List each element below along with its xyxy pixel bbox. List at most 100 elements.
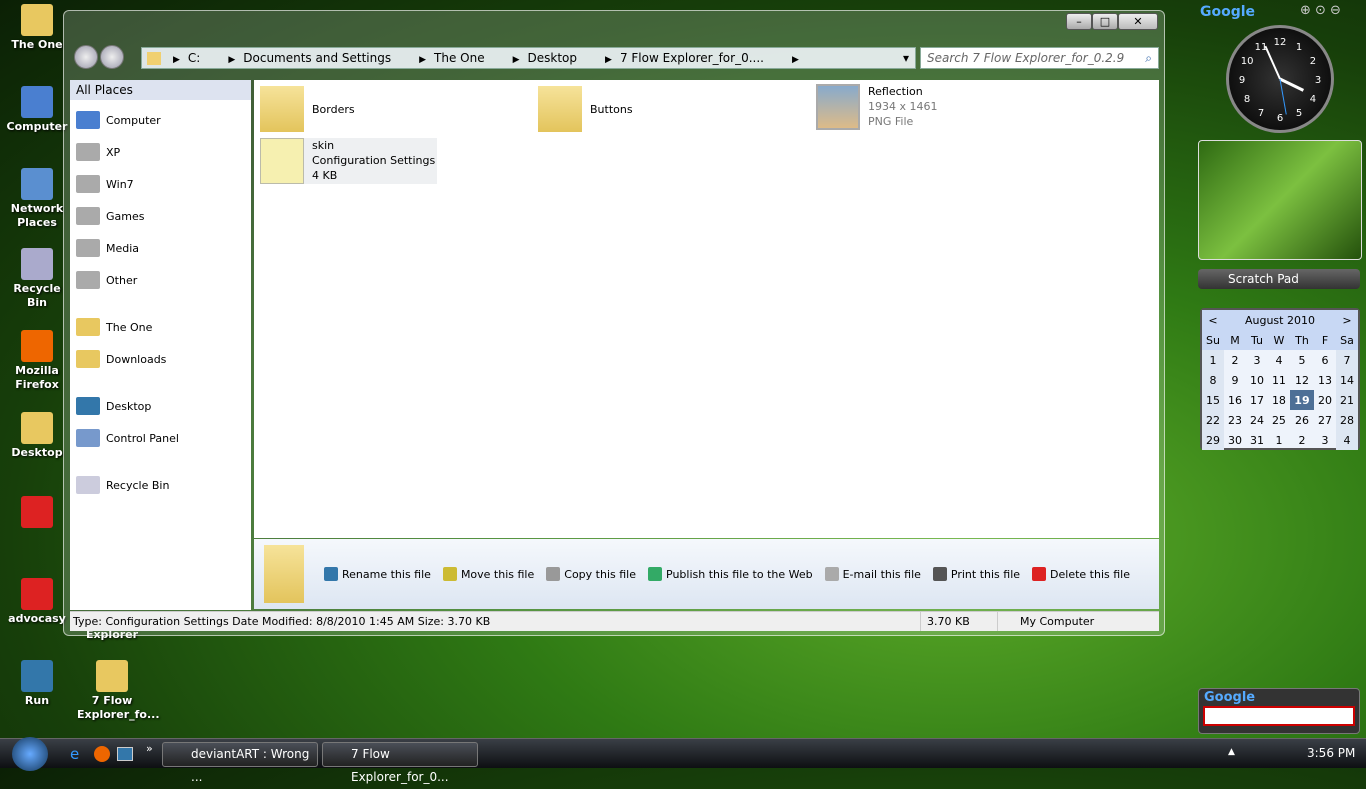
sidebar-item[interactable]: Win7 bbox=[70, 168, 251, 200]
calendar-day[interactable]: 13 bbox=[1314, 370, 1336, 390]
calendar-day[interactable]: 9 bbox=[1224, 370, 1246, 390]
calendar-day[interactable]: 28 bbox=[1335, 410, 1358, 430]
start-button[interactable] bbox=[12, 737, 48, 771]
chevron-right-icon[interactable]: ▶ bbox=[513, 55, 520, 65]
calendar-day[interactable]: 10 bbox=[1246, 370, 1268, 390]
internet-explorer-icon[interactable]: e bbox=[70, 745, 79, 763]
sidebar-item[interactable]: Control Panel bbox=[70, 422, 251, 454]
calendar-day[interactable]: 1 bbox=[1268, 430, 1290, 450]
command-button[interactable]: Rename this file bbox=[324, 567, 431, 581]
firefox-icon[interactable] bbox=[94, 746, 110, 762]
chevron-right-icon[interactable]: ▶ bbox=[792, 55, 799, 65]
forward-button[interactable] bbox=[100, 45, 124, 69]
minimize-button[interactable]: – bbox=[1066, 13, 1092, 30]
sidebar-item[interactable]: Downloads bbox=[70, 343, 251, 375]
calendar-day[interactable]: 12 bbox=[1290, 370, 1314, 390]
command-button[interactable]: Copy this file bbox=[546, 567, 636, 581]
calendar-day[interactable]: 21 bbox=[1335, 390, 1358, 410]
show-desktop-icon[interactable] bbox=[117, 747, 133, 761]
desktop-icon[interactable]: 7 Flow Explorer_fo... bbox=[77, 660, 160, 722]
task-firefox[interactable]: deviantART : Wrong ... bbox=[162, 742, 318, 784]
command-button[interactable]: Delete this file bbox=[1032, 567, 1130, 581]
calendar-day[interactable]: 6 bbox=[1314, 350, 1336, 370]
calendar-day[interactable]: 17 bbox=[1246, 390, 1268, 410]
calendar-day[interactable]: 19 bbox=[1289, 390, 1314, 410]
calendar-next[interactable]: > bbox=[1336, 310, 1358, 330]
calendar-day[interactable]: 18 bbox=[1268, 390, 1290, 410]
sidebar-item[interactable]: Games bbox=[70, 200, 251, 232]
sidebar-item[interactable]: Media bbox=[70, 232, 251, 264]
desktop-icon[interactable]: advocasy bbox=[2, 578, 72, 626]
calendar-day[interactable]: 2 bbox=[1224, 350, 1246, 370]
desktop-icon[interactable]: Desktop bbox=[2, 412, 72, 460]
calendar-day[interactable]: 3 bbox=[1246, 350, 1268, 370]
search-icon[interactable]: ⌕ bbox=[1145, 51, 1152, 66]
desktop-icon[interactable]: Mozilla Firefox bbox=[2, 330, 72, 392]
chevron-right-icon[interactable]: ▶ bbox=[419, 55, 426, 65]
breadcrumb-item[interactable]: ▶ C: bbox=[173, 51, 214, 65]
desktop-icon[interactable] bbox=[2, 496, 72, 530]
calendar-day[interactable]: 4 bbox=[1268, 350, 1290, 370]
address-bar[interactable]: ▶ C: ▶ Documents and Settings ▶ The One ▶ Deskt… bbox=[141, 47, 916, 69]
command-button[interactable]: E-mail this file bbox=[824, 567, 921, 581]
chevron-right-icon[interactable]: ▶ bbox=[228, 55, 235, 65]
calendar-day[interactable]: 8 bbox=[1202, 370, 1224, 390]
calendar-day[interactable]: 25 bbox=[1268, 410, 1290, 430]
calendar-day[interactable]: 14 bbox=[1335, 370, 1358, 390]
maximize-button[interactable]: □ bbox=[1092, 13, 1118, 30]
command-button[interactable]: Print this file bbox=[932, 567, 1020, 581]
sidebar-item[interactable]: Recycle Bin bbox=[70, 469, 251, 501]
desktop-icon[interactable]: Recycle Bin bbox=[2, 248, 72, 310]
desktop-icon[interactable]: Network Places bbox=[2, 168, 72, 230]
file-item[interactable]: Reflection 1934 x 1461 PNG File bbox=[816, 84, 938, 130]
search-input[interactable]: Search 7 Flow Explorer_for_0.2.9 ⌕ bbox=[920, 47, 1159, 69]
tray-expand-icon[interactable]: ▲ bbox=[1228, 747, 1235, 757]
calendar-day[interactable]: 24 bbox=[1246, 410, 1268, 430]
breadcrumb-item[interactable]: ▶ Documents and Settings bbox=[228, 51, 405, 65]
sidebar-item[interactable]: The One bbox=[70, 311, 251, 343]
calendar-day[interactable]: 1 bbox=[1202, 350, 1224, 370]
quicklaunch-overflow[interactable]: » bbox=[146, 742, 153, 755]
taskbar-clock[interactable]: 3:56 PM bbox=[1307, 746, 1355, 760]
close-button[interactable]: ✕ bbox=[1118, 13, 1158, 30]
calendar-day[interactable]: 3 bbox=[1314, 430, 1336, 450]
calendar-day[interactable]: 16 bbox=[1224, 390, 1246, 410]
calendar-day[interactable]: 31 bbox=[1246, 430, 1268, 450]
calendar-day[interactable]: 4 bbox=[1335, 430, 1358, 450]
calendar-day[interactable]: 23 bbox=[1224, 410, 1246, 430]
sidebar-item[interactable]: Computer bbox=[70, 104, 251, 136]
calendar-day[interactable]: 20 bbox=[1314, 390, 1336, 410]
breadcrumb-item[interactable]: ▶ 7 Flow Explorer_for_0.... bbox=[605, 51, 778, 65]
calendar-day[interactable]: 27 bbox=[1314, 410, 1336, 430]
chevron-down-icon[interactable]: ▾ bbox=[903, 51, 909, 65]
file-item[interactable]: Buttons bbox=[538, 86, 633, 132]
calendar-day[interactable]: 5 bbox=[1290, 350, 1314, 370]
tray-icons[interactable] bbox=[1246, 746, 1306, 762]
calendar-day[interactable]: 26 bbox=[1290, 410, 1314, 430]
file-item[interactable]: Borders bbox=[260, 86, 355, 132]
calendar-day[interactable]: 11 bbox=[1268, 370, 1290, 390]
calendar-day[interactable]: 2 bbox=[1290, 430, 1314, 450]
desktop-icon[interactable]: Run bbox=[2, 660, 72, 708]
breadcrumb-item[interactable]: ▶ Desktop bbox=[513, 51, 591, 65]
back-button[interactable] bbox=[74, 45, 98, 69]
chevron-right-icon[interactable]: ▶ bbox=[605, 55, 612, 65]
calendar-day[interactable]: 15 bbox=[1202, 390, 1224, 410]
gadget-controls[interactable]: ⊕ ⊙ ⊖ bbox=[1300, 3, 1341, 18]
calendar-day[interactable]: 7 bbox=[1335, 350, 1358, 370]
sidebar-item[interactable]: Desktop bbox=[70, 390, 251, 422]
desktop-icon[interactable]: Computer bbox=[2, 86, 72, 134]
task-explorer[interactable]: 7 Flow Explorer_for_0... bbox=[322, 742, 478, 784]
file-item-selected[interactable]: skin Configuration Settings 4 KB bbox=[260, 138, 438, 184]
slideshow-gadget[interactable] bbox=[1198, 140, 1362, 260]
scratch-pad-gadget[interactable]: Scratch Pad bbox=[1198, 269, 1360, 289]
desktop-icon[interactable]: The One bbox=[2, 4, 72, 52]
command-button[interactable]: Move this file bbox=[442, 567, 534, 581]
sidebar-item[interactable]: Other bbox=[70, 264, 251, 296]
command-button[interactable]: Publish this file to the Web bbox=[648, 567, 813, 581]
breadcrumb-item[interactable]: ▶ The One bbox=[419, 51, 499, 65]
calendar-day[interactable]: 30 bbox=[1224, 430, 1246, 450]
calendar-day[interactable]: 29 bbox=[1202, 430, 1224, 450]
google-search-input[interactable] bbox=[1203, 706, 1355, 726]
chevron-right-icon[interactable]: ▶ bbox=[173, 55, 180, 65]
